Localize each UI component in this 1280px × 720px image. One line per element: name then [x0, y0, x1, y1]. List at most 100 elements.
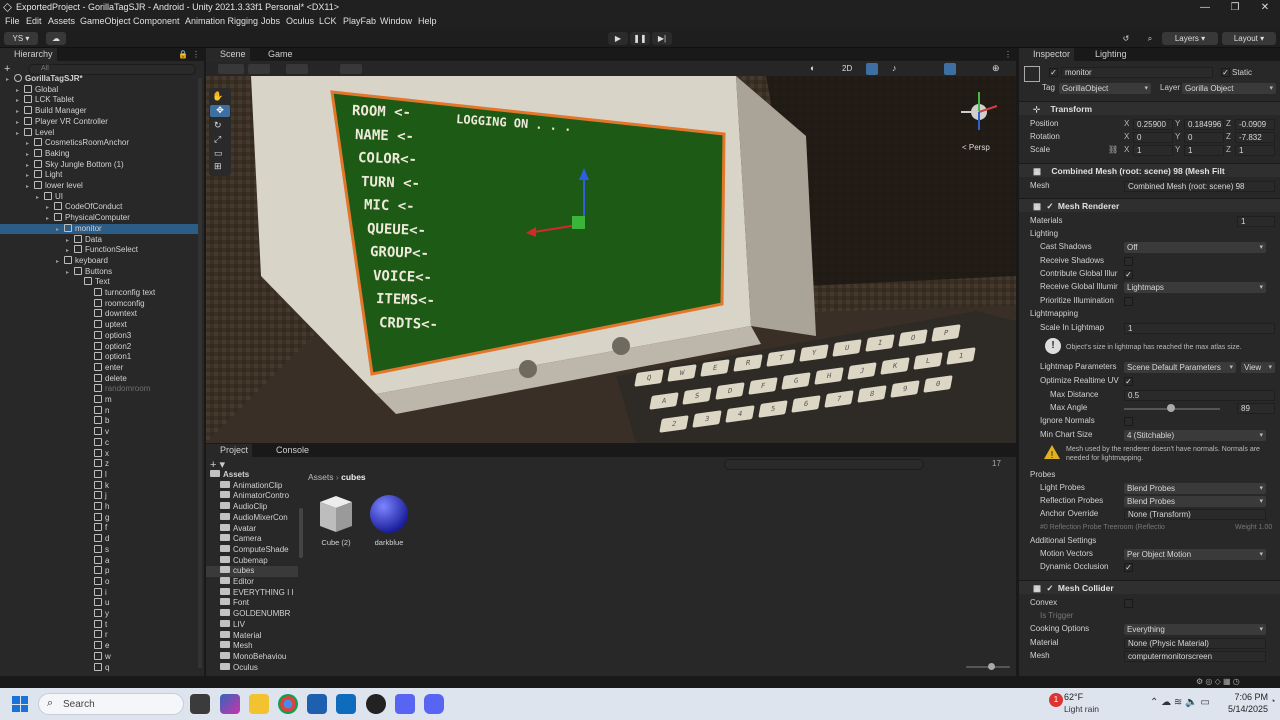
menu-jobs[interactable]: Jobs	[261, 16, 280, 26]
project-folder[interactable]: Oculus	[206, 662, 298, 674]
max-distance-field[interactable]: 0.5	[1124, 390, 1275, 401]
asset-cube[interactable]: Cube (2)	[314, 492, 358, 548]
project-folder[interactable]: AudioClip	[206, 502, 298, 513]
hierarchy-row[interactable]: ▸ Sky Jungle Bottom (1)	[0, 159, 198, 171]
mesh-collider-header[interactable]: ▦ ✓ Mesh Collider	[1019, 580, 1280, 594]
hierarchy-row[interactable]: ▸ Data	[0, 234, 198, 246]
hierarchy-row[interactable]: roomconfig	[0, 298, 198, 310]
menu-component[interactable]: Component	[133, 16, 180, 26]
mesh-filter-header[interactable]: ▦ Combined Mesh (root: scene) 98 (Mesh F…	[1019, 163, 1280, 177]
scene-menu-icon[interactable]: ⋮	[1004, 50, 1012, 59]
cooking-options-dropdown[interactable]: Everything	[1124, 624, 1266, 635]
max-angle-field[interactable]: 89	[1237, 403, 1275, 414]
hierarchy-row[interactable]: r	[0, 630, 198, 641]
tab-scene[interactable]: Scene	[206, 48, 250, 61]
collider-material-field[interactable]: None (Physic Material)	[1124, 638, 1266, 649]
account-button[interactable]: YS ▾	[4, 32, 38, 45]
notification-bell-icon[interactable]: ◔	[1270, 696, 1275, 706]
hierarchy-row[interactable]: ▸ PhysicalComputer	[0, 213, 198, 224]
hierarchy-row[interactable]: ▸ Global	[0, 84, 198, 96]
weather-temp[interactable]: 62°F	[1064, 692, 1083, 702]
hierarchy-row[interactable]: n	[0, 405, 198, 417]
pause-button[interactable]: ❚❚	[630, 32, 650, 45]
hierarchy-row[interactable]: ▸ Build Manager	[0, 106, 198, 117]
hierarchy-row[interactable]: u	[0, 598, 198, 609]
hierarchy-row[interactable]: k	[0, 480, 198, 492]
scale-z-field[interactable]: 1	[1235, 145, 1275, 156]
scale-y-field[interactable]: 1	[1184, 145, 1224, 156]
menu-window[interactable]: Window	[380, 16, 412, 26]
menu-lck[interactable]: LCK	[319, 16, 337, 26]
hierarchy-row[interactable]: ▸ CodeOfConduct	[0, 202, 198, 213]
project-folder[interactable]: GOLDENUMBR	[206, 609, 298, 620]
hierarchy-row[interactable]: b	[0, 416, 198, 427]
hierarchy-row[interactable]: ▸ GorillaTagSJR*	[0, 74, 198, 85]
mesh-collider-enabled-check[interactable]: ✓	[1046, 583, 1053, 593]
asset-darkblue[interactable]: darkblue	[367, 492, 411, 548]
layer-dropdown[interactable]: Gorilla Object	[1182, 83, 1276, 94]
cast-shadows-dropdown[interactable]: Off	[1124, 242, 1266, 253]
rotate-tool-icon[interactable]: ↻	[214, 120, 222, 131]
tab-inspector[interactable]: Inspector	[1019, 48, 1075, 61]
hierarchy-row[interactable]: ▸ UI	[0, 191, 198, 203]
grid-snap-dropdown[interactable]	[286, 64, 308, 74]
scale-tool-icon[interactable]: ⤢	[214, 134, 221, 145]
menu-oculus[interactable]: Oculus	[286, 16, 314, 26]
hierarchy-row[interactable]: option3	[0, 330, 198, 342]
menu-gameobject[interactable]: GameObject	[80, 16, 131, 26]
project-folder[interactable]: Font	[206, 598, 298, 609]
unity-hub-icon[interactable]	[366, 694, 386, 714]
close-button[interactable]: ✕	[1250, 0, 1280, 15]
hierarchy-row[interactable]: ▸ lower level	[0, 181, 198, 192]
lightmapping-section-label[interactable]: Lightmapping	[1030, 308, 1078, 320]
hierarchy-row[interactable]: ▸ Baking	[0, 148, 198, 160]
menu-playfab[interactable]: PlayFab	[343, 16, 376, 26]
windows-start-icon[interactable]	[12, 696, 28, 712]
project-folder[interactable]: EVERYTHING I I	[206, 587, 298, 599]
convex-checkbox[interactable]	[1124, 599, 1133, 608]
chrome-icon[interactable]	[278, 694, 298, 714]
rotation-y-field[interactable]: 0	[1184, 132, 1224, 143]
tab-game[interactable]: Game	[254, 48, 297, 61]
layout-dropdown[interactable]: Layout ▾	[1222, 32, 1276, 45]
breadcrumb-cubes[interactable]: cubes	[341, 472, 366, 482]
tray-icons[interactable]: ⌃ ☁ ≋ 🔈 ▭	[1150, 697, 1210, 708]
hierarchy-row[interactable]: x	[0, 448, 198, 460]
hierarchy-row[interactable]: h	[0, 502, 198, 513]
hierarchy-row[interactable]: enter	[0, 362, 198, 374]
outlook-icon[interactable]	[336, 694, 356, 714]
project-folder[interactable]: AnimatorContro	[206, 491, 298, 502]
hierarchy-row[interactable]: f	[0, 523, 198, 534]
rotation-z-field[interactable]: -7.832	[1235, 132, 1275, 143]
project-folder[interactable]: LIV	[206, 619, 298, 631]
hierarchy-row[interactable]: ▸ Light	[0, 170, 198, 181]
hierarchy-row[interactable]: o	[0, 576, 198, 588]
cloud-icon[interactable]: ☁	[46, 32, 66, 45]
static-checkbox[interactable]: ✓	[1221, 68, 1230, 77]
materials-label[interactable]: Materials	[1030, 215, 1062, 227]
hierarchy-row[interactable]: q	[0, 662, 198, 674]
rect-tool-icon[interactable]: ▭	[214, 148, 223, 159]
menu-assets[interactable]: Assets	[48, 16, 75, 26]
hierarchy-row[interactable]: v	[0, 427, 198, 438]
mesh-renderer-enabled-check[interactable]: ✓	[1046, 201, 1053, 211]
dynamic-occlusion-checkbox[interactable]: ✓	[1124, 563, 1133, 572]
reflection-probes-dropdown[interactable]: Blend Probes	[1124, 496, 1266, 507]
project-folder[interactable]: Assets	[206, 470, 298, 481]
play-button[interactable]: ▶	[608, 32, 628, 45]
hierarchy-row[interactable]: i	[0, 587, 198, 599]
rotation-x-field[interactable]: 0	[1133, 132, 1173, 143]
hierarchy-row[interactable]: ▸ LCK Tablet	[0, 95, 198, 106]
project-folder[interactable]: AnimationClip	[206, 480, 298, 492]
hierarchy-row[interactable]: d	[0, 534, 198, 545]
prioritize-checkbox[interactable]	[1124, 297, 1133, 306]
lighting-toggle-icon[interactable]	[866, 63, 878, 75]
hierarchy-row[interactable]: randomroom	[0, 384, 198, 395]
draw-mode-dropdown[interactable]	[218, 64, 244, 74]
tab-hierarchy[interactable]: Hierarchy	[0, 48, 57, 61]
mesh-filter-mesh-field[interactable]: Combined Mesh (root: scene) 98	[1124, 181, 1275, 192]
hierarchy-row[interactable]: t	[0, 619, 198, 631]
taskbar-search-box[interactable]: ⌕ Search	[38, 693, 184, 715]
hierarchy-row[interactable]: e	[0, 641, 198, 652]
project-folder[interactable]: MonoBehaviou	[206, 651, 298, 663]
